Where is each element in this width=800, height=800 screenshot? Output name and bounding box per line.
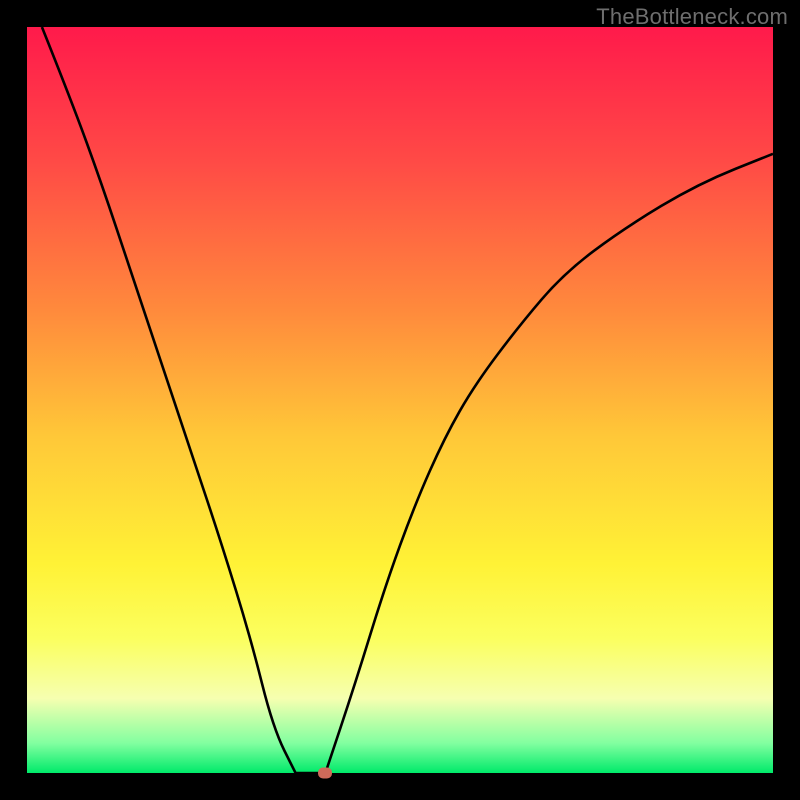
chart-frame: TheBottleneck.com — [0, 0, 800, 800]
bottleneck-curve — [42, 27, 773, 773]
optimal-marker — [318, 768, 332, 779]
curve-layer — [27, 27, 773, 773]
plot-area — [27, 27, 773, 773]
